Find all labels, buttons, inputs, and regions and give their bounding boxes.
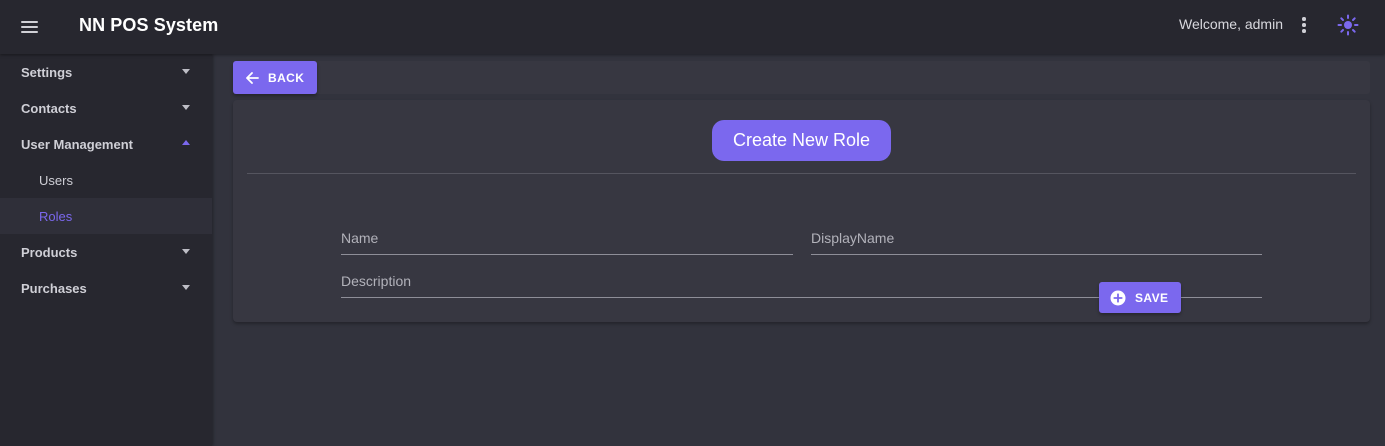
sidebar-item-label: Settings — [21, 64, 73, 80]
hamburger-menu-icon[interactable] — [17, 15, 41, 39]
chevron-down-icon — [182, 69, 190, 74]
name-input[interactable] — [341, 227, 793, 254]
save-button-label: SAVE — [1135, 290, 1169, 305]
sidebar-item-label: Users — [39, 172, 73, 188]
form-title: Create New Role — [712, 120, 891, 161]
sidebar-subitem-users[interactable]: Users — [0, 162, 212, 198]
back-button[interactable]: BACK — [233, 61, 317, 94]
sidebar-item-label: Roles — [39, 208, 73, 224]
sidebar-item-contacts[interactable]: Contacts — [0, 90, 212, 126]
sidebar-item-purchases[interactable]: Purchases — [0, 270, 212, 306]
sidebar-item-products[interactable]: Products — [0, 234, 212, 270]
chevron-up-icon — [182, 140, 190, 145]
chevron-down-icon — [182, 249, 190, 254]
sidebar: Settings Contacts User Management Users … — [0, 54, 212, 446]
plus-circle-icon — [1110, 290, 1126, 305]
more-vertical-icon[interactable] — [1296, 14, 1312, 36]
toolbar: BACK — [233, 61, 1370, 94]
chevron-down-icon — [182, 285, 190, 290]
app-title: NN POS System — [79, 15, 219, 35]
welcome-text: Welcome, admin — [1178, 16, 1283, 32]
sidebar-item-label: Contacts — [21, 100, 77, 116]
sidebar-item-user-management[interactable]: User Management — [0, 126, 212, 162]
sidebar-item-label: Products — [21, 244, 78, 260]
name-field[interactable]: Name — [341, 227, 793, 255]
display-name-input[interactable] — [811, 227, 1262, 254]
back-button-label: BACK — [268, 70, 305, 85]
sidebar-item-label: User Management — [21, 136, 133, 152]
arrow-left-icon — [246, 71, 259, 84]
sidebar-item-label: Purchases — [21, 280, 87, 296]
chevron-down-icon — [182, 105, 190, 110]
sidebar-subitem-roles[interactable]: Roles — [0, 198, 212, 234]
create-role-form: Create New Role Name DisplayName Descrip… — [233, 100, 1370, 322]
display-name-field[interactable]: DisplayName — [811, 227, 1262, 255]
sidebar-item-settings[interactable]: Settings — [0, 54, 212, 90]
app-bar: NN POS System Welcome, admin — [0, 0, 1385, 54]
divider — [247, 173, 1356, 174]
sun-icon[interactable] — [1336, 13, 1360, 37]
save-button[interactable]: SAVE — [1099, 282, 1181, 313]
